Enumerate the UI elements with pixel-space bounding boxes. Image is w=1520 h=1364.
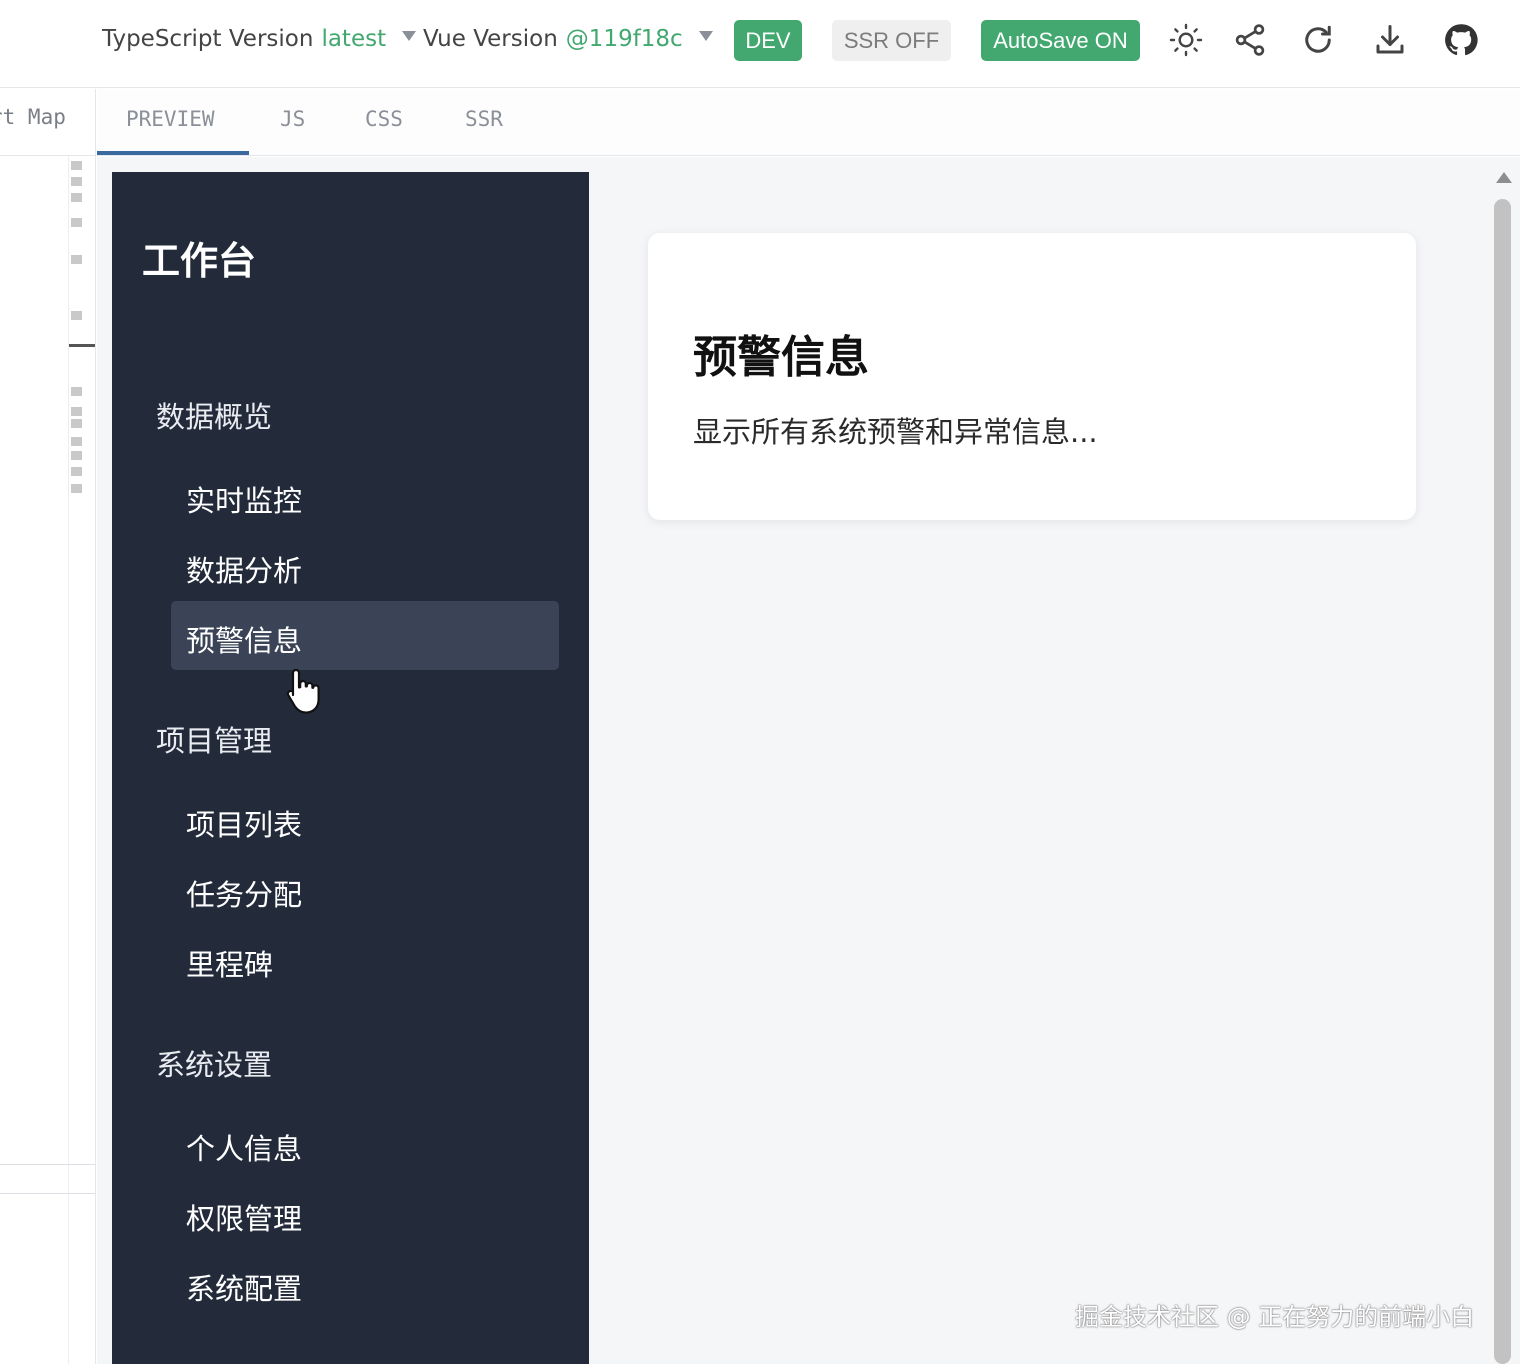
minimap-mark [71,437,82,446]
minimap-mark [71,419,82,428]
minimap-mark [71,387,82,396]
chevron-down-icon [402,31,417,41]
minimap-mark [71,467,82,476]
reload-icon[interactable] [1298,20,1338,60]
menu-group-project-management[interactable]: 项目管理 [156,718,272,760]
menu-group-data-overview[interactable]: 数据概览 [156,394,272,436]
ssr-toggle-button[interactable]: SSR OFF [832,20,951,61]
card-title: 预警信息 [693,332,869,383]
typescript-version-value: latest [321,26,387,52]
github-icon[interactable] [1441,20,1481,60]
scroll-up-arrow-icon[interactable] [1496,172,1512,183]
share-icon[interactable] [1230,20,1270,60]
editor-tabbar-divider [0,155,95,156]
minimap-mark [71,451,82,460]
menu-item-milestone[interactable]: 里程碑 [186,942,273,984]
preview-frame: 工作台 数据概览 实时监控 数据分析 预警信息 项目管理 项目列表 任务分配 里… [97,157,1520,1364]
menu-item-permission-management[interactable]: 权限管理 [186,1196,302,1238]
dev-toggle-button[interactable]: DEV [734,20,802,61]
editor-divider [0,1164,95,1165]
menu-item-task-assignment[interactable]: 任务分配 [186,872,302,914]
sun-icon[interactable] [1166,20,1206,60]
autosave-toggle-button[interactable]: AutoSave ON [981,20,1140,61]
minimap-cursor [69,344,95,347]
minimap-mark [71,161,82,170]
minimap-mark [71,311,82,320]
minimap-mark [71,193,82,202]
app-sidebar: 工作台 数据概览 实时监控 数据分析 预警信息 项目管理 项目列表 任务分配 里… [112,172,589,1364]
vue-version-value: @119f18c [565,26,683,52]
menu-item-alert-info[interactable]: 预警信息 [186,618,302,660]
playground-header: TypeScript Version latest Vue Version @1… [0,0,1520,88]
editor-divider [0,1193,95,1194]
watermark-text: 掘金技术社区 @ 正在努力的前端小白 [1075,1303,1475,1331]
menu-item-personal-info[interactable]: 个人信息 [186,1126,302,1168]
vue-version-label: Vue Version [423,26,558,52]
typescript-version-select[interactable]: TypeScript Version latest [102,26,417,52]
minimap-mark [71,484,82,493]
minimap-mark [71,218,82,227]
vue-version-select[interactable]: Vue Version @119f18c [423,26,713,52]
minimap-mark [71,255,82,264]
active-tab-indicator [97,151,249,155]
minimap-border [68,156,69,1364]
typescript-version-label: TypeScript Version [102,26,314,52]
tab-ssr[interactable]: SSR [465,107,503,131]
menu-group-system-settings[interactable]: 系统设置 [156,1042,272,1084]
preview-scrollbar-thumb[interactable] [1494,199,1511,1364]
app-title: 工作台 [142,239,257,283]
menu-item-system-config[interactable]: 系统配置 [186,1266,302,1308]
output-tabbar: PREVIEW JS CSS SSR [97,89,1520,156]
editor-pane: rt Map [0,89,96,1364]
hand-cursor-icon [286,668,320,714]
download-icon[interactable] [1370,20,1410,60]
chevron-down-icon [698,31,713,41]
tab-css[interactable]: CSS [365,107,403,131]
content-card: 预警信息 显示所有系统预警和异常信息... [648,233,1416,520]
minimap-mark [71,407,82,416]
menu-item-data-analysis[interactable]: 数据分析 [186,548,302,590]
card-description: 显示所有系统预警和异常信息... [693,415,1098,449]
editor-file-tab[interactable]: rt Map [0,105,66,129]
tab-js[interactable]: JS [280,107,305,131]
minimap-mark [71,177,82,186]
menu-item-project-list[interactable]: 项目列表 [186,802,302,844]
menu-item-realtime-monitor[interactable]: 实时监控 [186,478,302,520]
tab-preview[interactable]: PREVIEW [126,107,215,131]
